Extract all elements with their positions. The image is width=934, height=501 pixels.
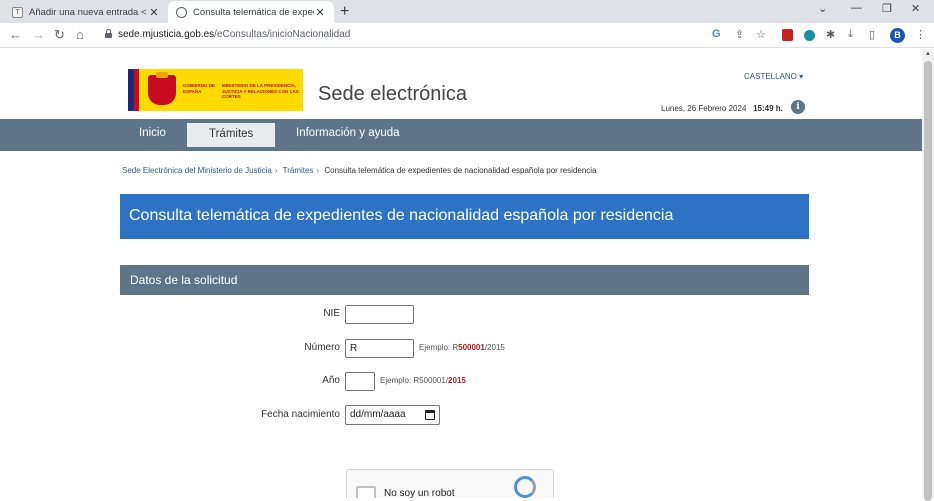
coat-of-arms-icon xyxy=(148,72,176,105)
extensions-icon[interactable]: ✱ xyxy=(826,28,835,41)
calendar-icon[interactable] xyxy=(425,410,435,420)
extension-icon[interactable] xyxy=(804,30,815,41)
anio-input[interactable] xyxy=(345,372,375,391)
section-title: Datos de la solicitud xyxy=(120,265,809,295)
side-panel-icon[interactable]: ▯ xyxy=(869,28,875,41)
current-time: 15:49 h. xyxy=(753,104,783,113)
nav-item-informacion[interactable]: Información y ayuda xyxy=(296,127,400,139)
current-date: Lunes, 26 Febrero 2024 xyxy=(661,104,747,113)
logo-text-government: GOBIERNO DE ESPAÑA xyxy=(183,83,216,94)
logo-stripe xyxy=(134,69,139,111)
breadcrumb: Sede Electrónica del Ministerio de Justi… xyxy=(122,166,597,175)
browser-tab-active[interactable]: Consulta telemática de expedien ✕ xyxy=(168,1,334,23)
close-icon[interactable]: ✕ xyxy=(314,6,326,19)
anio-label: Año xyxy=(322,375,340,386)
government-logo[interactable]: GOBIERNO DE ESPAÑA MINISTERIO DE LA PRES… xyxy=(128,69,303,111)
tab-favicon: T xyxy=(12,6,23,18)
window-close-icon[interactable]: ✕ xyxy=(911,2,920,15)
breadcrumb-link[interactable]: Trámites xyxy=(283,166,314,175)
date-placeholder: dd/mm/aaaa xyxy=(350,409,406,420)
page-title: Consulta telemática de expedientes de na… xyxy=(120,194,809,239)
google-translate-icon[interactable]: G xyxy=(712,28,721,40)
scroll-up-icon[interactable]: ▲ xyxy=(925,51,931,57)
lock-icon[interactable] xyxy=(105,29,112,38)
home-icon[interactable]: ⌂ xyxy=(76,27,84,42)
profile-avatar[interactable]: B xyxy=(890,28,905,43)
address-bar[interactable]: sede.mjusticia.gob.es/eConsultas/inicioN… xyxy=(98,25,778,46)
browser-toolbar: ← → ↻ ⌂ sede.mjusticia.gob.es/eConsultas… xyxy=(0,23,934,48)
logo-text-ministry: MINISTERIO DE LA PRESIDENCIA, JUSTICIA Y… xyxy=(222,83,299,99)
recaptcha-logo-icon xyxy=(514,476,536,498)
pdf-extension-icon[interactable] xyxy=(782,29,793,41)
nie-input[interactable] xyxy=(345,305,414,324)
tab-strip: T Añadir una nueva entrada < Abo ✕ Consu… xyxy=(0,0,934,23)
back-icon[interactable]: ← xyxy=(9,27,22,42)
page-content: GOBIERNO DE ESPAÑA MINISTERIO DE LA PRES… xyxy=(0,49,922,498)
breadcrumb-link[interactable]: Sede Electrónica del Ministerio de Justi… xyxy=(122,166,272,175)
maximize-icon[interactable]: ❐ xyxy=(882,2,892,15)
share-icon[interactable]: ⇪ xyxy=(735,28,744,41)
numero-hint: Ejemplo: R500001/2015 xyxy=(419,343,505,352)
recaptcha-checkbox[interactable] xyxy=(356,486,376,498)
site-title: Sede electrónica xyxy=(318,83,467,105)
recaptcha-label: No soy un robot xyxy=(384,488,455,498)
tab-title: Consulta telemática de expedien xyxy=(193,6,314,18)
info-icon[interactable]: i xyxy=(791,100,805,114)
language-selector[interactable]: CASTELLANO ▾ xyxy=(744,72,803,81)
recaptcha-widget: No soy un robot xyxy=(346,469,554,498)
current-datetime: Lunes, 26 Febrero 2024 15:49 h. xyxy=(661,104,783,113)
reload-icon[interactable]: ↻ xyxy=(54,27,65,43)
url-text[interactable]: sede.mjusticia.gob.es/eConsultas/inicioN… xyxy=(118,29,350,40)
minimize-icon[interactable]: — xyxy=(851,2,862,14)
browser-tab-inactive[interactable]: T Añadir una nueva entrada < Abo ✕ xyxy=(4,1,168,23)
bookmark-star-icon[interactable]: ☆ xyxy=(756,28,766,41)
numero-label: Número xyxy=(304,342,340,353)
close-icon[interactable]: ✕ xyxy=(148,6,160,19)
anio-hint: Ejemplo: R500001/2015 xyxy=(380,376,466,385)
main-navigation: Inicio Trámites Información y ayuda xyxy=(0,119,922,151)
page-scrollbar[interactable]: ▲ xyxy=(922,49,934,501)
menu-icon[interactable]: ⋮ xyxy=(915,28,926,41)
tab-search-icon[interactable]: ⌄ xyxy=(818,2,827,15)
numero-input[interactable] xyxy=(345,339,414,358)
new-tab-button[interactable]: + xyxy=(340,3,349,21)
nie-label: NIE xyxy=(323,308,340,319)
nav-item-inicio[interactable]: Inicio xyxy=(139,127,166,139)
fecha-nacimiento-label: Fecha nacimiento xyxy=(261,409,340,420)
tab-title: Añadir una nueva entrada < Abo xyxy=(29,6,148,18)
download-icon[interactable]: ⤓ xyxy=(848,28,853,41)
nav-item-tramites[interactable]: Trámites xyxy=(187,123,276,147)
scrollbar-thumb[interactable] xyxy=(924,61,932,501)
breadcrumb-current: Consulta telemática de expedientes de na… xyxy=(324,166,597,175)
forward-icon[interactable]: → xyxy=(32,27,45,42)
fecha-nacimiento-input[interactable]: dd/mm/aaaa xyxy=(345,405,440,425)
globe-icon xyxy=(176,6,187,18)
